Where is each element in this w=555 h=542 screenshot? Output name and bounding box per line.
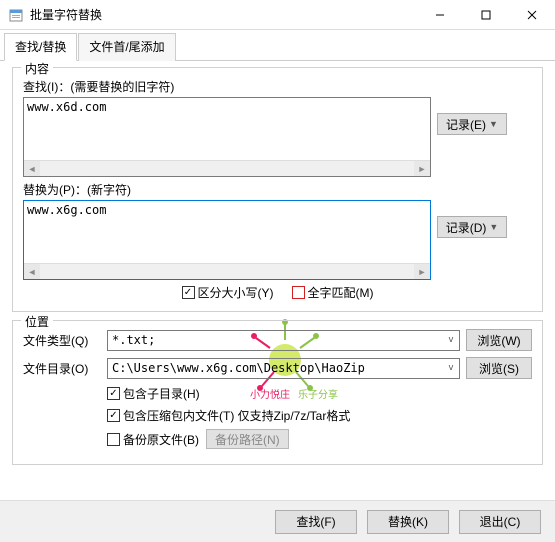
file-dir-value: C:\Users\www.x6g.com\Desktop\HaoZip [112, 361, 365, 375]
h-scrollbar[interactable]: ◄ ► [24, 263, 430, 279]
replace-textarea[interactable] [24, 201, 430, 263]
include-archive-label: 包含压缩包内文件(T) 仅支持Zip/7z/Tar格式 [123, 407, 350, 424]
whole-word-label: 全字匹配(M) [308, 284, 374, 301]
content-group-title: 内容 [21, 60, 53, 77]
record-e-button[interactable]: 记录(E) ▼ [437, 113, 507, 135]
record-e-label: 记录(E) [446, 116, 486, 133]
scroll-right-icon[interactable]: ► [414, 264, 430, 279]
backup-path-button: 备份路径(N) [206, 429, 289, 449]
exit-button[interactable]: 退出(C) [459, 510, 541, 534]
close-button[interactable] [509, 0, 555, 29]
scroll-right-icon[interactable]: ► [414, 161, 430, 176]
file-dir-label: 文件目录(O) [23, 360, 101, 377]
file-type-combo[interactable]: *.txt; v [107, 330, 460, 351]
checkbox-icon [182, 286, 195, 299]
tab-bar: 查找/替换 文件首/尾添加 [0, 32, 555, 61]
record-d-label: 记录(D) [446, 219, 487, 236]
find-textarea-wrap: ◄ ► [23, 97, 431, 177]
whole-word-checkbox[interactable]: 全字匹配(M) [292, 284, 374, 301]
chevron-down-icon[interactable]: v [443, 331, 459, 350]
browse-w-button[interactable]: 浏览(W) [466, 329, 532, 351]
file-type-value: *.txt; [112, 333, 155, 347]
chevron-down-icon[interactable]: v [443, 359, 459, 378]
app-icon [8, 7, 24, 23]
include-subdir-checkbox[interactable]: 包含子目录(H) [107, 385, 532, 402]
find-textarea[interactable] [24, 98, 430, 160]
chevron-down-icon: ▼ [489, 222, 498, 232]
file-type-label: 文件类型(Q) [23, 332, 101, 349]
checkbox-icon [107, 387, 120, 400]
scroll-left-icon[interactable]: ◄ [24, 161, 40, 176]
checkbox-icon [107, 409, 120, 422]
tab-find-replace[interactable]: 查找/替换 [4, 33, 77, 61]
chevron-down-icon: ▼ [489, 119, 498, 129]
include-subdir-label: 包含子目录(H) [123, 385, 200, 402]
content-group: 内容 查找(I)：(需要替换的旧字符) ◄ ► 记录(E) ▼ 替换为(P)：(… [12, 67, 543, 312]
file-dir-combo[interactable]: C:\Users\www.x6g.com\Desktop\HaoZip v [107, 358, 460, 379]
find-label: 查找(I)：(需要替换的旧字符) [23, 78, 532, 95]
scroll-left-icon[interactable]: ◄ [24, 264, 40, 279]
backup-orig-label: 备份原文件(B) [123, 431, 199, 448]
include-archive-checkbox[interactable]: 包含压缩包内文件(T) 仅支持Zip/7z/Tar格式 [107, 407, 532, 424]
replace-label: 替换为(P)：(新字符) [23, 181, 532, 198]
find-button[interactable]: 查找(F) [275, 510, 357, 534]
tab-append[interactable]: 文件首/尾添加 [78, 33, 175, 61]
location-group: 位置 文件类型(Q) *.txt; v 浏览(W) 文件目录(O) C:\Use… [12, 320, 543, 465]
case-sensitive-checkbox[interactable]: 区分大小写(Y) [182, 284, 274, 301]
backup-orig-checkbox[interactable]: 备份原文件(B) 备份路径(N) [107, 429, 532, 449]
maximize-button[interactable] [463, 0, 509, 29]
browse-s-button[interactable]: 浏览(S) [466, 357, 532, 379]
record-d-button[interactable]: 记录(D) ▼ [437, 216, 507, 238]
location-group-title: 位置 [21, 313, 53, 330]
checkbox-icon [292, 286, 305, 299]
minimize-button[interactable] [417, 0, 463, 29]
window-title: 批量字符替换 [30, 6, 417, 23]
title-bar: 批量字符替换 [0, 0, 555, 30]
replace-textarea-wrap: ◄ ► [23, 200, 431, 280]
h-scrollbar[interactable]: ◄ ► [24, 160, 430, 176]
replace-button[interactable]: 替换(K) [367, 510, 449, 534]
footer-bar: 查找(F) 替换(K) 退出(C) [0, 500, 555, 542]
case-sensitive-label: 区分大小写(Y) [198, 284, 274, 301]
checkbox-icon [107, 433, 120, 446]
